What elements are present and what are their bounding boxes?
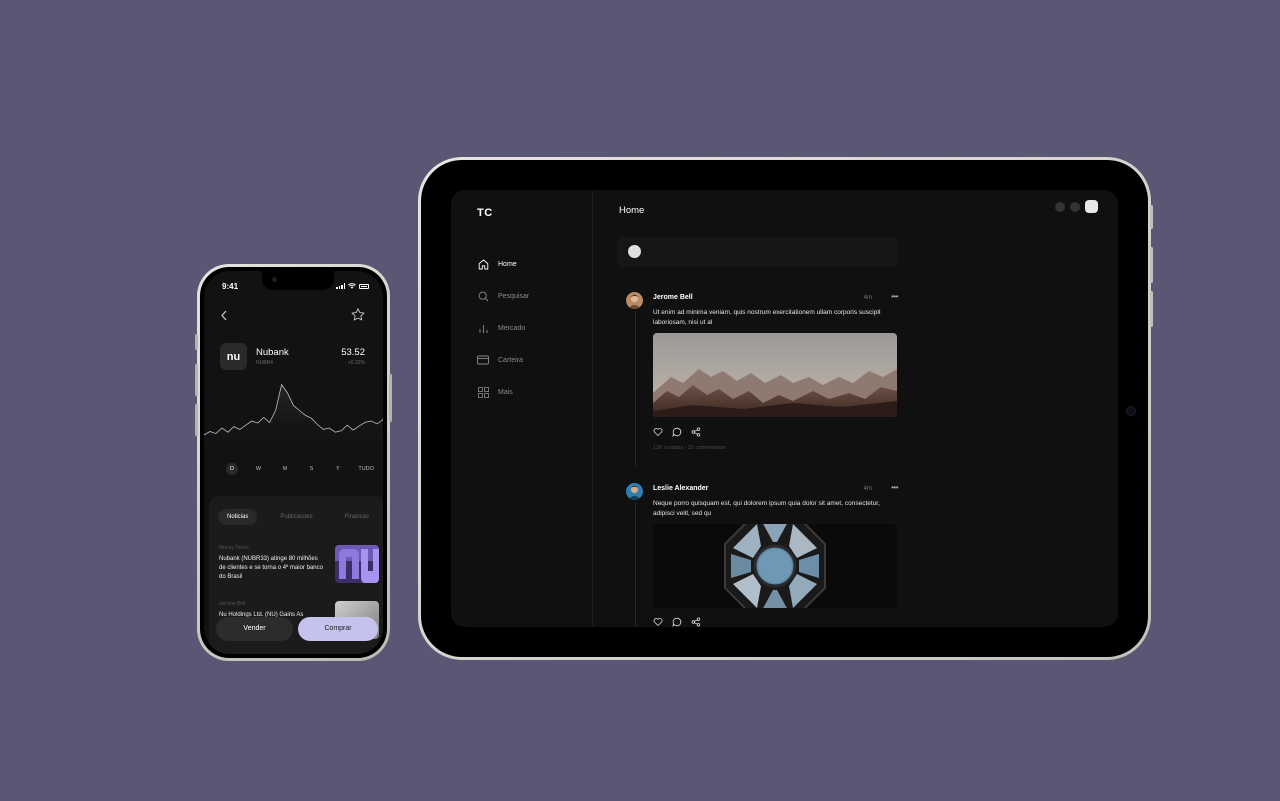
period-option[interactable]: M	[279, 463, 291, 475]
status-icons	[336, 283, 369, 289]
news-item[interactable]: Money Times Nubank (NUBR33) atinge 80 mi…	[219, 545, 379, 583]
post-stats: 126 curtidas - 21 comentarios	[653, 445, 726, 451]
post-author[interactable]: Jerome Bell	[653, 294, 693, 301]
post-image[interactable]	[653, 333, 897, 417]
search-icon	[477, 290, 489, 302]
comment-icon[interactable]	[672, 427, 682, 437]
post-image[interactable]	[653, 524, 897, 608]
tablet-power-button	[1150, 205, 1153, 229]
period-selector: D W M S Y TUDO	[226, 463, 374, 475]
credit-card-icon	[477, 354, 489, 366]
sidebar-item-label: Home	[498, 260, 517, 268]
comment-icon[interactable]	[672, 617, 682, 627]
stock-name: Nubank	[256, 347, 289, 358]
post-text: Ut enim ad minima veniam, quis nostrum e…	[653, 309, 881, 326]
grid-icon	[477, 386, 489, 398]
news-thumbnail	[335, 545, 379, 583]
sidebar-item-home[interactable]: Home	[477, 257, 529, 271]
tab-noticias[interactable]: Noticias	[218, 509, 258, 525]
phone-silent-switch	[195, 334, 198, 350]
window-controls	[1055, 200, 1098, 213]
price-chart[interactable]	[204, 373, 383, 455]
sidebar: TC Home Pesquisar Mercado Carteira Mais	[451, 190, 593, 627]
tablet-volume-up	[1150, 247, 1153, 283]
trade-bar: Vender Comprar	[216, 617, 380, 641]
period-option[interactable]: D	[226, 463, 238, 475]
more-options-icon[interactable]: •••	[891, 292, 898, 301]
phone-volume-up	[195, 364, 198, 396]
sidebar-item-carteira[interactable]: Carteira	[477, 353, 529, 367]
back-button[interactable]	[220, 309, 228, 323]
sidebar-item-label: Carteira	[498, 356, 523, 364]
sidebar-item-label: Mais	[498, 388, 513, 396]
more-options-icon[interactable]: •••	[891, 483, 898, 492]
status-time: 9:41	[222, 282, 239, 291]
sell-button[interactable]: Vender	[216, 617, 293, 641]
bar-chart-icon	[477, 322, 489, 334]
tablet-camera	[1126, 406, 1136, 416]
news-tabs: Noticias Publicacoes Financas	[218, 509, 378, 525]
phone-volume-down	[195, 404, 198, 436]
feed-post: Jerome Bell 4m ••• Ut enim ad minima ven…	[626, 292, 898, 462]
price-chart-area	[204, 384, 383, 455]
wifi-icon	[348, 283, 356, 289]
period-option[interactable]: W	[252, 463, 264, 475]
window-control-dot[interactable]	[1070, 201, 1080, 212]
period-option[interactable]: S	[305, 463, 317, 475]
battery-icon	[359, 284, 369, 289]
window-control-dot[interactable]	[1055, 201, 1065, 212]
sidebar-nav: Home Pesquisar Mercado Carteira Mais	[477, 257, 529, 417]
phone-notch	[262, 271, 334, 290]
period-option[interactable]: Y	[332, 463, 344, 475]
sidebar-item-mercado[interactable]: Mercado	[477, 321, 529, 335]
phone-screen: 9:41 nu Nubank NUBR4 53.52 +0.32% D W M …	[204, 271, 383, 654]
stock-change: +0.32%	[347, 360, 365, 366]
favorite-button[interactable]	[351, 308, 365, 323]
signal-icon	[336, 283, 345, 289]
share-icon[interactable]	[691, 427, 701, 437]
sidebar-item-pesquisar[interactable]: Pesquisar	[477, 289, 529, 303]
heart-icon[interactable]	[653, 617, 663, 627]
period-option[interactable]: TUDO	[358, 463, 374, 475]
phone-device: 9:41 nu Nubank NUBR4 53.52 +0.32% D W M …	[195, 264, 392, 661]
avatar	[628, 245, 641, 258]
stock-price: 53.52	[341, 347, 365, 358]
avatar[interactable]	[626, 292, 643, 309]
tablet-screen: TC Home Pesquisar Mercado Carteira Mais …	[451, 190, 1118, 627]
avatar[interactable]	[626, 483, 643, 500]
profile-button[interactable]	[1085, 200, 1098, 213]
sidebar-item-label: Mercado	[498, 324, 526, 332]
stock-ticker: NUBR4	[256, 360, 273, 366]
post-time: 4m	[863, 486, 872, 492]
page-title: Home	[619, 205, 645, 216]
sidebar-item-label: Pesquisar	[498, 292, 530, 300]
post-actions	[653, 427, 701, 437]
tablet-volume-down	[1150, 291, 1153, 327]
buy-button[interactable]: Comprar	[298, 617, 378, 641]
news-title: Nubank (NUBR33) atinge 80 milhões de cli…	[219, 556, 323, 580]
post-actions	[653, 617, 701, 627]
sidebar-item-mais[interactable]: Mais	[477, 385, 529, 399]
feed-post: Leslie Alexander 4m ••• Neque porro quis…	[626, 483, 898, 627]
post-text: Neque porro quisquam est, qui dolorem ip…	[653, 500, 880, 517]
phone-power-button	[389, 374, 392, 422]
chevron-left-icon	[221, 310, 227, 321]
star-icon	[351, 308, 365, 321]
post-author[interactable]: Leslie Alexander	[653, 485, 708, 492]
tablet-device: TC Home Pesquisar Mercado Carteira Mais …	[418, 157, 1153, 660]
app-logo: TC	[477, 207, 493, 219]
post-time: 4m	[863, 295, 872, 301]
share-icon[interactable]	[691, 617, 701, 627]
heart-icon[interactable]	[653, 427, 663, 437]
tab-financas[interactable]: Financas	[336, 509, 378, 525]
compose-box[interactable]	[617, 237, 898, 267]
home-icon	[477, 258, 489, 270]
nubank-logo: nu	[220, 343, 247, 370]
tab-publicacoes[interactable]: Publicacoes	[271, 509, 321, 525]
front-camera	[272, 277, 277, 282]
